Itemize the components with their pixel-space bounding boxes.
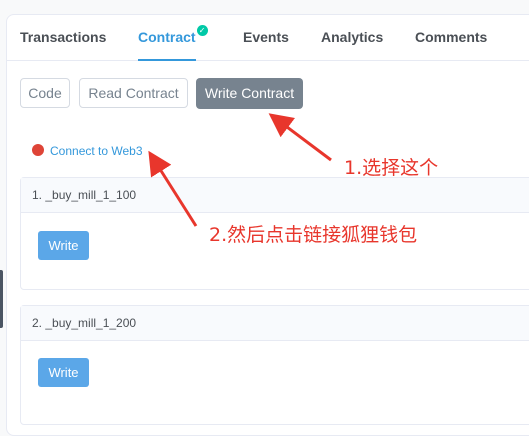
annotation-arrows xyxy=(148,113,332,227)
annotation-step-2: 2.然后点击链接狐狸钱包 xyxy=(209,224,418,246)
arrow-to-write-contract xyxy=(268,113,332,162)
arrow-to-connect-web3 xyxy=(148,150,198,227)
annotation-step-1: 1.选择这个 xyxy=(344,157,439,179)
